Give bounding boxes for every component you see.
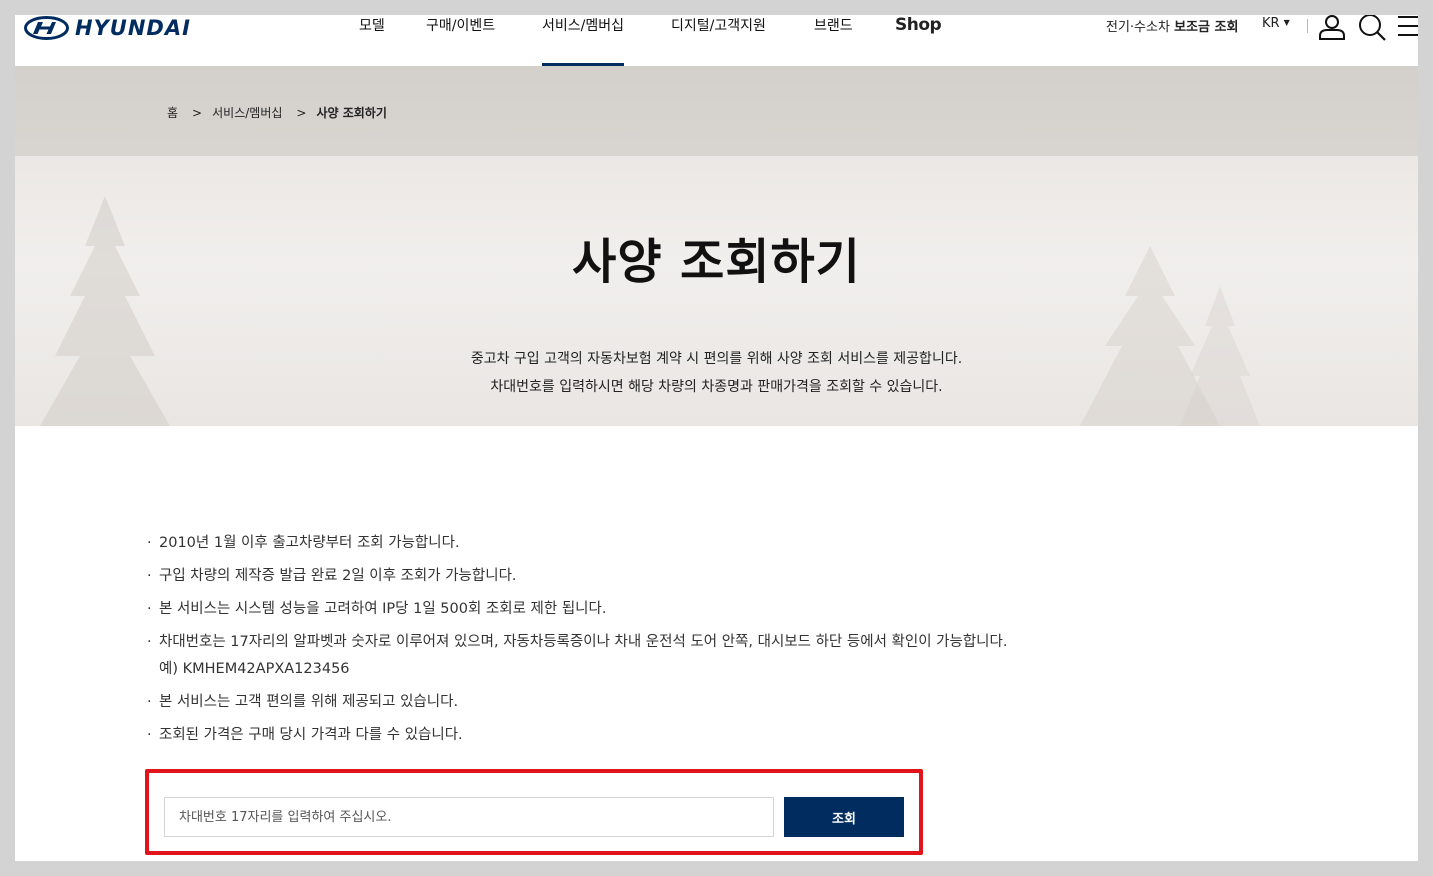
- hyundai-emblem-icon: [24, 16, 69, 40]
- hamburger-menu-icon: [1398, 16, 1418, 36]
- hero-section: 홈 > 서비스/멤버십 > 사양 조회하기 사양 조회하기 중고차 구입 고객의…: [15, 66, 1418, 426]
- language-label: KR: [1262, 16, 1280, 31]
- search-icon: [1359, 15, 1386, 41]
- breadcrumb-separator: >: [192, 105, 203, 120]
- breadcrumb: 홈 > 서비스/멤버십 > 사양 조회하기: [167, 104, 387, 121]
- global-header: HYUNDAI 모델 구매/이벤트 서비스/멤버십 디지털/고객지원 브랜드 S…: [15, 15, 1418, 66]
- breadcrumb-current: 사양 조회하기: [316, 106, 387, 120]
- notice-item: 차대번호는 17자리의 알파벳과 숫자로 이루어져 있으며, 자동차등록증이나 …: [147, 631, 1007, 681]
- breadcrumb-home[interactable]: 홈: [167, 104, 178, 121]
- user-icon: [1319, 15, 1345, 40]
- hyundai-logo[interactable]: HYUNDAI: [24, 15, 191, 41]
- description-line: 중고차 구입 고객의 자동차보험 계약 시 편의를 위해 사양 조회 서비스를 …: [470, 351, 963, 367]
- ev-subsidy-bold: 보조금 조회: [1174, 20, 1239, 35]
- lookup-button[interactable]: 조회: [784, 797, 904, 837]
- nav-item-service-membership[interactable]: 서비스/멤버십: [542, 15, 624, 66]
- language-select[interactable]: KR ▼: [1262, 16, 1290, 31]
- caret-down-icon: ▼: [1283, 18, 1290, 27]
- nav-item-digital-support[interactable]: 디지털/고객지원: [671, 15, 766, 66]
- nav-item-models[interactable]: 모델: [359, 15, 385, 66]
- menu-button[interactable]: [1395, 15, 1418, 42]
- util-divider: [1307, 19, 1308, 33]
- my-page-button[interactable]: [1317, 15, 1347, 42]
- notice-item-text: 차대번호는 17자리의 알파벳과 숫자로 이루어져 있으며, 자동차등록증이나 …: [159, 634, 1008, 650]
- nav-item-brand[interactable]: 브랜드: [814, 15, 853, 66]
- ev-subsidy-prefix: 전기·수소차: [1106, 20, 1175, 35]
- notice-item: 구입 차량의 제작증 발급 완료 2일 이후 조회가 가능합니다.: [147, 565, 1007, 588]
- notice-item: 본 서비스는 시스템 성능을 고려하여 IP당 1일 500회 조회로 제한 됩…: [147, 598, 1007, 621]
- ev-subsidy-link[interactable]: 전기·수소차 보조금 조회: [1106, 16, 1238, 35]
- search-button[interactable]: [1357, 15, 1387, 42]
- notice-item: 2010년 1월 이후 출고차량부터 조회 가능합니다.: [147, 532, 1007, 555]
- nav-item-purchase-event[interactable]: 구매/이벤트: [426, 15, 495, 66]
- notice-item: 본 서비스는 고객 편의를 위해 제공되고 있습니다.: [147, 691, 1007, 714]
- nav-item-shop[interactable]: Shop: [895, 15, 942, 65]
- vin-example: 예) KMHEM42APXA123456: [159, 661, 350, 677]
- vin-input[interactable]: [164, 797, 774, 837]
- page-description: 중고차 구입 고객의 자동차보험 계약 시 편의를 위해 사양 조회 서비스를 …: [15, 345, 1418, 401]
- breadcrumb-separator: >: [296, 105, 307, 120]
- breadcrumb-service-membership[interactable]: 서비스/멤버십: [212, 104, 282, 121]
- hyundai-wordmark: HYUNDAI: [75, 16, 191, 40]
- description-line: 차대번호를 입력하시면 해당 차량의 차종명과 판매가격을 조회할 수 있습니다…: [490, 379, 943, 395]
- notice-item: 조회된 가격은 구매 당시 가격과 다를 수 있습니다.: [147, 724, 1007, 747]
- notice-list: 2010년 1월 이후 출고차량부터 조회 가능합니다. 구입 차량의 제작증 …: [147, 532, 1007, 757]
- page-title: 사양 조회하기: [572, 234, 861, 290]
